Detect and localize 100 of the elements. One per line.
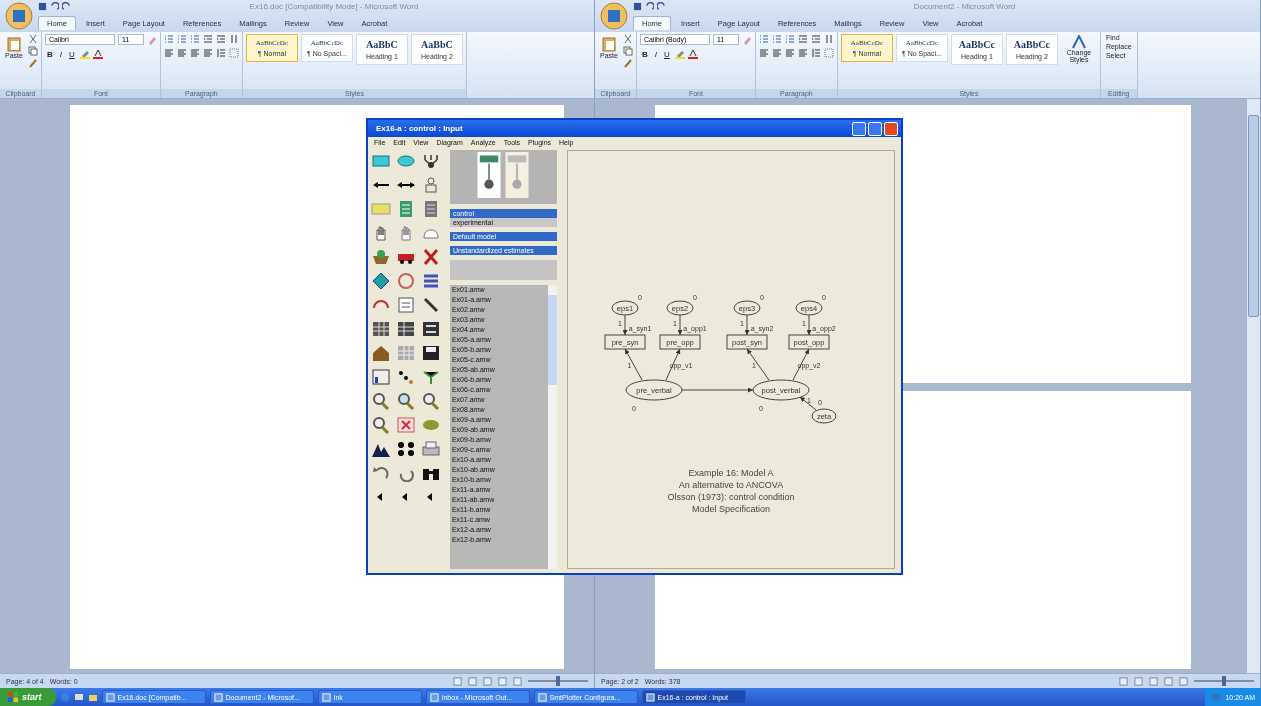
cross-icon[interactable] bbox=[421, 248, 441, 266]
tree-icon[interactable] bbox=[421, 152, 441, 170]
window-title: Ex16.doc [Compatibility Mode] - Microsoft Word bbox=[248, 1, 420, 11]
table-icon[interactable] bbox=[371, 320, 391, 338]
clear-format-icon[interactable] bbox=[741, 34, 752, 45]
align-icon[interactable] bbox=[176, 48, 187, 58]
bullet-list-icon[interactable] bbox=[771, 34, 782, 44]
path-arrow bbox=[622, 314, 628, 336]
format-button[interactable]: B bbox=[44, 49, 55, 59]
format-button[interactable]: U bbox=[661, 49, 672, 59]
clear-format-icon[interactable] bbox=[146, 34, 157, 45]
scatter-icon[interactable] bbox=[396, 368, 416, 386]
office-button[interactable] bbox=[4, 1, 34, 31]
grid-icon[interactable] bbox=[396, 344, 416, 362]
copy-icon[interactable] bbox=[27, 46, 38, 56]
magnifier-icon[interactable] bbox=[371, 392, 391, 410]
bullet-list-icon[interactable] bbox=[176, 34, 187, 44]
line-spacing-icon[interactable] bbox=[810, 48, 821, 58]
window-icon bbox=[429, 692, 439, 702]
scrollbar[interactable] bbox=[1246, 99, 1260, 673]
bullet-list-icon[interactable] bbox=[758, 34, 769, 44]
align-icon[interactable] bbox=[771, 48, 782, 58]
indent-icon[interactable] bbox=[215, 34, 226, 44]
format-button[interactable]: U bbox=[66, 49, 77, 59]
clipboard-icon bbox=[600, 36, 617, 52]
brush-icon[interactable] bbox=[421, 296, 441, 314]
magnifier-icon[interactable] bbox=[396, 392, 416, 410]
house-icon[interactable] bbox=[371, 344, 391, 362]
rectangle-icon[interactable] bbox=[371, 152, 391, 170]
cut-icon[interactable] bbox=[622, 34, 633, 44]
caption-line: Olsson (1973): control condition bbox=[667, 491, 795, 503]
sort-icon[interactable] bbox=[228, 34, 239, 44]
window-icon bbox=[213, 692, 223, 702]
office-button[interactable] bbox=[599, 1, 629, 31]
align-icon[interactable] bbox=[758, 48, 769, 58]
desktop-icon[interactable] bbox=[73, 692, 84, 702]
font-color-icon[interactable] bbox=[687, 49, 698, 59]
path-arrow bbox=[746, 348, 770, 381]
bullet-list-icon[interactable] bbox=[784, 34, 795, 44]
copy-icon[interactable] bbox=[622, 46, 633, 56]
redo-icon[interactable] bbox=[62, 1, 71, 11]
undo-icon[interactable] bbox=[645, 1, 654, 11]
path-arrow bbox=[744, 314, 750, 336]
caption-line: An alternative to ANCOVA bbox=[678, 479, 784, 491]
oval-icon[interactable] bbox=[396, 152, 416, 170]
form-icon[interactable] bbox=[396, 296, 416, 314]
cut-icon[interactable] bbox=[27, 34, 38, 44]
path-arrow bbox=[677, 314, 683, 336]
start-button[interactable]: start bbox=[0, 688, 56, 706]
window-icon bbox=[537, 692, 547, 702]
indent-icon[interactable] bbox=[202, 34, 213, 44]
sort-icon[interactable] bbox=[823, 34, 834, 44]
diamond-icon[interactable] bbox=[371, 272, 391, 290]
highlighter-icon[interactable] bbox=[674, 49, 685, 59]
cross-icon[interactable] bbox=[396, 416, 416, 434]
align-icon[interactable] bbox=[163, 48, 174, 58]
close-button[interactable] bbox=[884, 121, 898, 136]
windows-logo bbox=[8, 691, 19, 703]
magnifier-icon[interactable] bbox=[421, 392, 441, 410]
window-icon bbox=[105, 692, 115, 702]
align-icon[interactable] bbox=[797, 48, 808, 58]
table-icon[interactable] bbox=[421, 320, 441, 338]
table-icon[interactable] bbox=[396, 320, 416, 338]
format-button[interactable]: I bbox=[57, 49, 64, 59]
path-arrow bbox=[806, 314, 812, 336]
indent-icon[interactable] bbox=[797, 34, 808, 44]
chart-icon[interactable] bbox=[371, 368, 391, 386]
path-arrow bbox=[624, 348, 643, 381]
window-title: Ex16-a : control : Input bbox=[376, 124, 464, 133]
maximize-button[interactable] bbox=[868, 121, 882, 136]
save-icon[interactable] bbox=[38, 1, 47, 11]
line-spacing-icon[interactable] bbox=[215, 48, 226, 58]
window-icon bbox=[645, 692, 655, 702]
border-icon[interactable] bbox=[823, 48, 834, 58]
circle-icon[interactable] bbox=[396, 272, 416, 290]
format-button[interactable]: I bbox=[652, 49, 659, 59]
path-diagram-icon[interactable] bbox=[477, 152, 502, 198]
bullet-list-icon[interactable] bbox=[163, 34, 174, 44]
path-arrow bbox=[799, 396, 817, 411]
folder-icon[interactable] bbox=[87, 692, 98, 702]
align-icon[interactable] bbox=[202, 48, 213, 58]
caption-line: Example 16: Model A bbox=[688, 467, 774, 479]
bars-icon[interactable] bbox=[421, 272, 441, 290]
align-icon[interactable] bbox=[784, 48, 795, 58]
align-icon[interactable] bbox=[189, 48, 200, 58]
undo-icon[interactable] bbox=[50, 1, 59, 11]
printer-icon[interactable] bbox=[421, 440, 441, 458]
bullet-list-icon[interactable] bbox=[189, 34, 200, 44]
indent-icon[interactable] bbox=[810, 34, 821, 44]
save-icon[interactable] bbox=[633, 1, 642, 11]
minimize-button[interactable] bbox=[852, 121, 866, 136]
highlighter-icon[interactable] bbox=[79, 49, 90, 59]
format-button[interactable]: B bbox=[639, 49, 650, 59]
scrollbar[interactable] bbox=[548, 285, 557, 569]
basket-icon[interactable] bbox=[371, 248, 391, 266]
redo-icon[interactable] bbox=[657, 1, 666, 11]
clipboard-icon bbox=[5, 36, 22, 52]
font-color-icon[interactable] bbox=[92, 49, 103, 59]
border-icon[interactable] bbox=[228, 48, 239, 58]
magnifier-icon[interactable] bbox=[371, 416, 391, 434]
